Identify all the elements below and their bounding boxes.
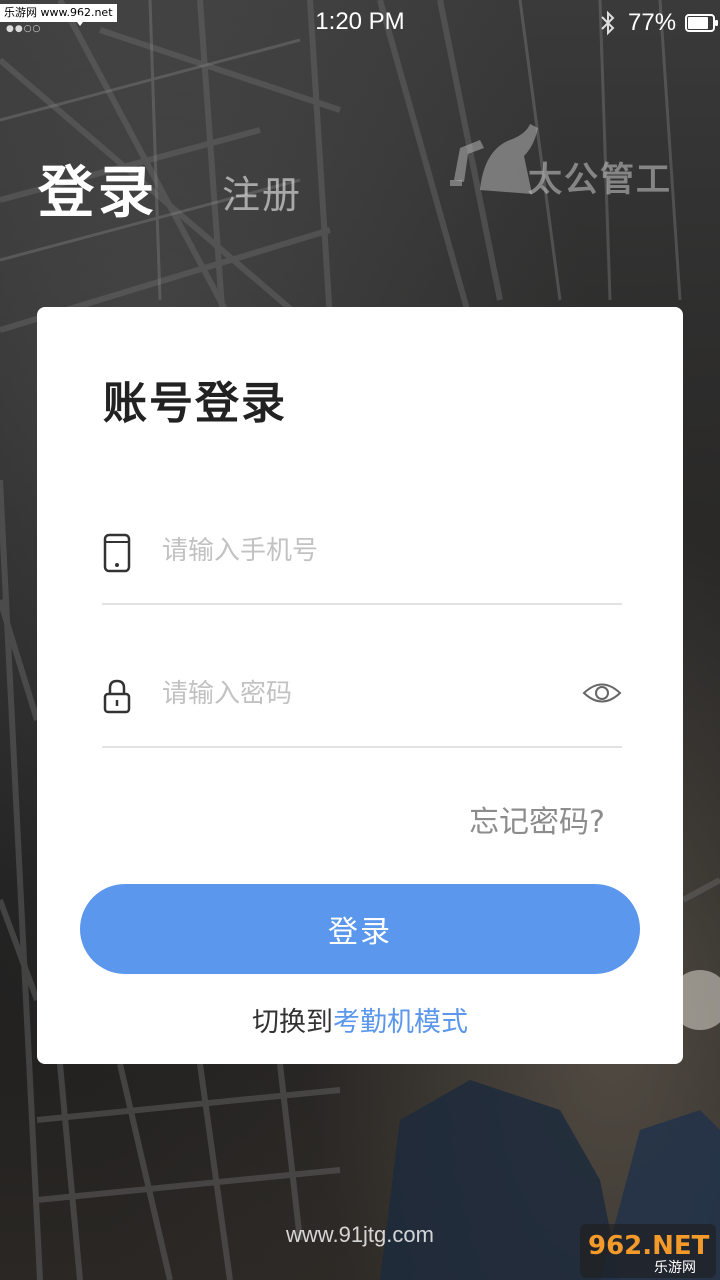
battery-percent: 77% [628,9,677,36]
attendance-mode-link[interactable]: 考勤机模式 [333,1007,468,1038]
switch-mode-row: 切换到考勤机模式 [37,1000,683,1039]
password-input[interactable] [162,672,562,716]
phone-icon [103,533,131,573]
phone-input[interactable] [162,529,562,573]
password-field [102,662,622,748]
watermark-logo-text: 962.NET [588,1231,710,1261]
card-title: 账号登录 [103,378,287,429]
battery-icon [685,14,718,32]
status-bar: 乐游网 www.962.net ●●○○ 1:20 PM 77% [0,0,720,44]
watermark-logo-sub: 乐游网 [654,1260,696,1276]
bluetooth-icon [601,10,615,36]
forgot-password-link[interactable]: 忘记密码? [469,797,605,841]
tab-register[interactable]: 注册 [222,164,302,219]
switch-mode-prefix: 切换到 [252,1007,333,1038]
brand-name: 太公管工 [528,160,672,200]
login-card: 账号登录 忘记密码? 登录 切换到考勤机模式 [37,307,683,1064]
tab-login[interactable]: 登录 [38,148,158,229]
show-password-eye-icon[interactable] [582,678,622,708]
phone-field [102,519,622,605]
site-logo-watermark: 962.NET 乐游网 [580,1224,716,1278]
lock-icon [103,679,131,714]
login-button[interactable]: 登录 [80,884,640,974]
